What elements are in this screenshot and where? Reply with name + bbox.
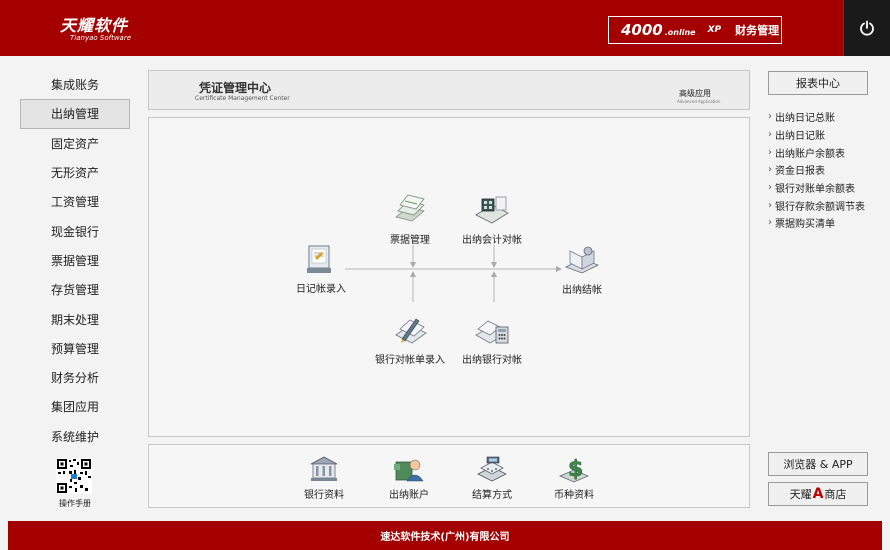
flow-cashier-account-check[interactable]: 出纳会计对帐 bbox=[462, 193, 522, 246]
flow-cashier-close[interactable]: 出纳结帐 bbox=[562, 243, 602, 296]
chevron-right-icon: › bbox=[768, 129, 772, 141]
bank-info-label: 银行资料 bbox=[304, 490, 344, 501]
settlement-method-button[interactable]: 结算方式 bbox=[472, 454, 512, 501]
nav-item-intangible-assets[interactable]: 无形资产 bbox=[20, 158, 130, 187]
app-window: 天耀软件 Tianyao Software 4000 .online XP 财务… bbox=[0, 0, 890, 550]
shop-prefix: 天耀 bbox=[789, 488, 812, 501]
report-item[interactable]: › 出纳账户余额表 bbox=[768, 143, 886, 161]
nav-item-payroll[interactable]: 工资管理 bbox=[20, 187, 130, 216]
chevron-right-icon: › bbox=[768, 146, 772, 158]
cashier-account-label: 出纳账户 bbox=[389, 490, 429, 501]
logo-en: Tianyao Software bbox=[70, 34, 132, 42]
flow-bank-statement-entry[interactable]: 银行对帐单录入 bbox=[375, 313, 445, 366]
flow-connectors bbox=[345, 245, 562, 302]
bank-info-button[interactable]: 银行资料 bbox=[304, 454, 344, 501]
advanced-app-en: Advanced Application bbox=[677, 99, 721, 104]
left-nav: 集成账务 出纳管理 固定资产 无形资产 工资管理 现金银行 票据管理 存货管理 … bbox=[20, 70, 130, 451]
product-name: 财务管理 bbox=[735, 24, 780, 37]
browser-app-button[interactable]: 浏览器 & APP bbox=[768, 452, 868, 476]
nav-item-system-maintenance[interactable]: 系统维护 bbox=[20, 422, 130, 451]
bill-management-icon bbox=[395, 194, 425, 222]
page-subtitle: Certificate Management Center bbox=[195, 95, 290, 102]
currency-info-label: 币种资料 bbox=[554, 490, 594, 501]
nav-item-integrated-accounting[interactable]: 集成账务 bbox=[20, 70, 130, 99]
nav-item-period-end[interactable]: 期末处理 bbox=[20, 304, 130, 333]
product-number: 4000 bbox=[621, 21, 663, 39]
journal-entry-label: 日记帐录入 bbox=[296, 284, 346, 295]
nav-item-cash-bank[interactable]: 现金银行 bbox=[20, 216, 130, 245]
report-item-label: 银行对账单余额表 bbox=[775, 184, 855, 196]
nav-item-group-apps[interactable]: 集团应用 bbox=[20, 392, 130, 421]
nav-item-fixed-assets[interactable]: 固定资产 bbox=[20, 129, 130, 158]
power-icon bbox=[860, 20, 874, 36]
report-item[interactable]: › 资金日报表 bbox=[768, 161, 886, 179]
bank-statement-entry-icon bbox=[395, 318, 427, 344]
bottom-panel bbox=[148, 444, 750, 508]
chevron-right-icon: › bbox=[768, 182, 772, 194]
footer-company: 速达软件技术(广州)有限公司 bbox=[380, 532, 510, 543]
settlement-method-label: 结算方式 bbox=[472, 490, 512, 501]
report-item[interactable]: › 票据购买清单 bbox=[768, 214, 886, 232]
flow-journal-entry[interactable]: 日记帐录入 bbox=[296, 242, 346, 295]
svg-text:$: $ bbox=[568, 457, 583, 482]
nav-item-bill-management[interactable]: 票据管理 bbox=[20, 246, 130, 275]
product-badge: 4000 .online XP 财务管理 bbox=[608, 16, 782, 44]
top-header: 天耀软件 Tianyao Software 4000 .online XP 财务… bbox=[0, 0, 890, 56]
report-item-label: 资金日报表 bbox=[775, 166, 825, 178]
nav-item-cashier-management[interactable]: 出纳管理 bbox=[20, 99, 130, 129]
currency-dollar-icon: $ bbox=[558, 457, 590, 483]
chevron-right-icon: › bbox=[768, 217, 772, 229]
flow-cashier-bank-check[interactable]: 出纳银行对帐 bbox=[462, 313, 522, 366]
bank-statement-entry-label: 银行对帐单录入 bbox=[375, 355, 445, 366]
cash-register-icon bbox=[477, 456, 507, 482]
manual-label[interactable]: 操作手册 bbox=[40, 498, 110, 509]
report-item-label: 票据购买清单 bbox=[775, 219, 835, 231]
cashier-close-label: 出纳结帐 bbox=[562, 285, 602, 296]
cashier-bank-check-label: 出纳银行对帐 bbox=[462, 355, 522, 366]
journal-entry-icon bbox=[307, 245, 331, 273]
brand-logo: 天耀软件 Tianyao Software bbox=[60, 12, 131, 42]
qr-code-icon[interactable] bbox=[56, 458, 92, 494]
report-item[interactable]: › 银行对账单余额表 bbox=[768, 179, 886, 197]
currency-info-button[interactable]: $ 币种资料 bbox=[554, 454, 594, 501]
logo-cn: 天耀软件 bbox=[60, 16, 129, 35]
chevron-right-icon: › bbox=[768, 111, 772, 123]
bank-building-icon bbox=[310, 456, 338, 481]
report-item[interactable]: › 出纳日记总账 bbox=[768, 108, 886, 126]
chevron-right-icon: › bbox=[768, 199, 772, 211]
report-center-button[interactable]: 报表中心 bbox=[768, 71, 868, 95]
product-xp: XP bbox=[707, 25, 722, 35]
shop-suffix: 商店 bbox=[824, 488, 847, 501]
flow-panel bbox=[148, 117, 750, 437]
product-online: .online bbox=[664, 27, 696, 37]
report-item-label: 银行存款余额调节表 bbox=[775, 201, 865, 213]
flow-bill-management[interactable]: 票据管理 bbox=[390, 193, 430, 246]
report-list: › 出纳日记总账 › 出纳日记账 › 出纳账户余额表 › 资金日报表 › 银行对账单余额表… bbox=[768, 108, 886, 232]
report-item-label: 出纳日记总账 bbox=[775, 113, 835, 125]
report-item[interactable]: › 出纳日记账 bbox=[768, 126, 886, 144]
cashier-account-check-label: 出纳会计对帐 bbox=[462, 235, 522, 246]
cashier-account-button[interactable]: 出纳账户 bbox=[389, 454, 429, 501]
page-title: 凭证管理中心 bbox=[199, 81, 272, 95]
nav-item-budget[interactable]: 预算管理 bbox=[20, 334, 130, 363]
cashier-user-icon bbox=[394, 459, 424, 482]
bill-management-label: 票据管理 bbox=[390, 235, 430, 246]
cashier-account-check-icon bbox=[475, 196, 509, 224]
report-item-label: 出纳日记账 bbox=[775, 131, 825, 143]
footer-bar: 速达软件技术(广州)有限公司 bbox=[8, 521, 882, 550]
nav-item-financial-analysis[interactable]: 财务分析 bbox=[20, 363, 130, 392]
report-item[interactable]: › 银行存款余额调节表 bbox=[768, 196, 886, 214]
report-item-label: 出纳账户余额表 bbox=[775, 148, 845, 160]
nav-item-inventory[interactable]: 存货管理 bbox=[20, 275, 130, 304]
power-button[interactable] bbox=[843, 0, 890, 56]
shop-button[interactable]: 天耀 A 商店 bbox=[768, 482, 868, 506]
chevron-right-icon: › bbox=[768, 164, 772, 176]
shop-a-logo-icon: A bbox=[812, 486, 824, 502]
advanced-app-link[interactable]: 高级应用 bbox=[679, 88, 711, 99]
title-panel: 凭证管理中心 Certificate Management Center 高级应… bbox=[148, 70, 750, 110]
cashier-close-icon bbox=[565, 246, 599, 274]
cashier-bank-check-icon bbox=[475, 320, 509, 344]
